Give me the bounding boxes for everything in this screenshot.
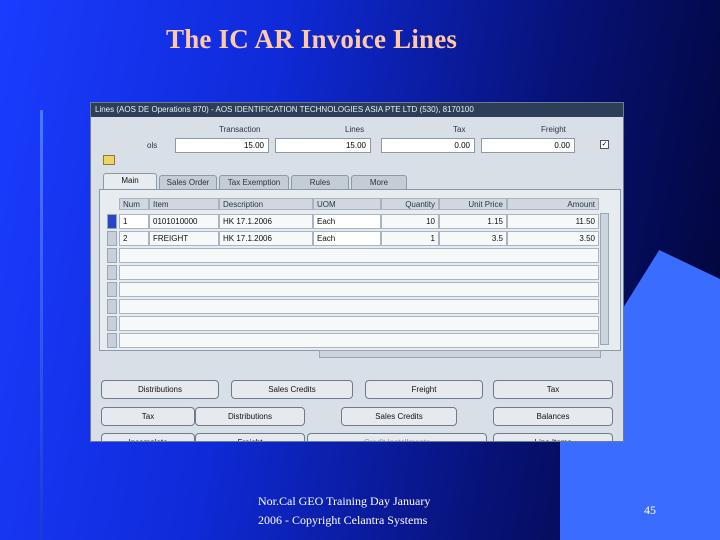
distributions-button-2[interactable]: Distributions bbox=[195, 407, 305, 426]
footer-line-1: Nor.Cal GEO Training Day January bbox=[258, 494, 431, 508]
empty-row[interactable] bbox=[119, 299, 599, 314]
balances-button[interactable]: Balances bbox=[493, 407, 613, 426]
row-selector[interactable] bbox=[107, 231, 117, 246]
footer-line-2: 2006 - Copyright Celantra Systems bbox=[258, 513, 428, 527]
row-selector[interactable] bbox=[107, 265, 117, 280]
tab-more[interactable]: More bbox=[351, 175, 407, 190]
credit-installments-button[interactable]: Credit Installments bbox=[307, 433, 487, 441]
total-freight-field[interactable]: 0.00 bbox=[481, 138, 575, 153]
row-selector[interactable] bbox=[107, 299, 117, 314]
cell-amount[interactable]: 11.50 bbox=[507, 214, 599, 229]
totals-header-transaction: Transaction bbox=[219, 125, 261, 134]
cell-uom[interactable]: Each bbox=[313, 214, 381, 229]
slide-footer: Nor.Cal GEO Training Day January 2006 - … bbox=[258, 492, 430, 530]
tax-button-2[interactable]: Tax bbox=[101, 407, 195, 426]
cell-item[interactable]: FREIGHT bbox=[149, 231, 219, 246]
cell-num[interactable]: 1 bbox=[119, 214, 149, 229]
freight-button[interactable]: Freight bbox=[365, 380, 483, 399]
total-lines-field[interactable]: 15.00 bbox=[275, 138, 371, 153]
tab-sales-order[interactable]: Sales Order bbox=[159, 175, 217, 190]
window-title: Lines (AOS DE Operations 870) - AOS IDEN… bbox=[91, 103, 623, 117]
totals-label: ols bbox=[147, 141, 158, 150]
sales-credits-button-2[interactable]: Sales Credits bbox=[341, 407, 457, 426]
totals-header-lines: Lines bbox=[345, 125, 365, 134]
empty-row[interactable] bbox=[119, 282, 599, 297]
sales-credits-button[interactable]: Sales Credits bbox=[231, 380, 353, 399]
slide-title: The IC AR Invoice Lines bbox=[166, 24, 458, 54]
oracle-form-window: Lines (AOS DE Operations 870) - AOS IDEN… bbox=[90, 102, 624, 442]
incomplete-button[interactable]: Incomplete bbox=[101, 433, 195, 441]
empty-row[interactable] bbox=[119, 248, 599, 263]
tab-tax-exemption[interactable]: Tax Exemption bbox=[219, 175, 289, 190]
cell-quantity[interactable]: 1 bbox=[381, 231, 439, 246]
cell-quantity[interactable]: 10 bbox=[381, 214, 439, 229]
column-header-unit-price: Unit Price bbox=[439, 198, 507, 210]
row-selector[interactable] bbox=[107, 248, 117, 263]
row-selector[interactable] bbox=[107, 214, 117, 229]
page-number: 45 bbox=[644, 503, 656, 517]
cell-item[interactable]: 0101010000 bbox=[149, 214, 219, 229]
empty-row[interactable] bbox=[119, 333, 599, 348]
row-selector[interactable] bbox=[107, 282, 117, 297]
column-header-num: Num bbox=[119, 198, 149, 210]
folder-icon[interactable] bbox=[103, 155, 115, 165]
column-header-uom: UOM bbox=[313, 198, 381, 210]
cell-unit-price[interactable]: 3.5 bbox=[439, 231, 507, 246]
tax-button[interactable]: Tax bbox=[493, 380, 613, 399]
tab-rules[interactable]: Rules bbox=[291, 175, 349, 190]
cell-num[interactable]: 2 bbox=[119, 231, 149, 246]
cell-unit-price[interactable]: 1.15 bbox=[439, 214, 507, 229]
totals-header-tax: Tax bbox=[453, 125, 466, 134]
column-header-description: Description bbox=[219, 198, 313, 210]
row-selector[interactable] bbox=[107, 333, 117, 348]
horizontal-scrollbar[interactable] bbox=[319, 350, 601, 358]
distributions-button[interactable]: Distributions bbox=[101, 380, 219, 399]
line-items-button[interactable]: Line Items bbox=[493, 433, 613, 441]
column-header-item: Item bbox=[149, 198, 219, 210]
totals-checkbox[interactable]: ✓ bbox=[600, 140, 609, 149]
decorative-line bbox=[40, 110, 43, 540]
empty-row[interactable] bbox=[119, 316, 599, 331]
row-selector[interactable] bbox=[107, 316, 117, 331]
cell-description[interactable]: HK 17.1.2006 bbox=[219, 231, 313, 246]
column-header-quantity: Quantity bbox=[381, 198, 439, 210]
total-tax-field[interactable]: 0.00 bbox=[381, 138, 475, 153]
column-header-amount: Amount bbox=[507, 198, 599, 210]
total-transaction-field[interactable]: 15.00 bbox=[175, 138, 269, 153]
vertical-scrollbar[interactable] bbox=[600, 213, 609, 345]
cell-description[interactable]: HK 17.1.2006 bbox=[219, 214, 313, 229]
freight-button-2[interactable]: Freight bbox=[195, 433, 305, 441]
totals-header-freight: Freight bbox=[541, 125, 566, 134]
cell-amount[interactable]: 3.50 bbox=[507, 231, 599, 246]
empty-row[interactable] bbox=[119, 265, 599, 280]
cell-uom[interactable]: Each bbox=[313, 231, 381, 246]
tab-main[interactable]: Main bbox=[103, 173, 157, 190]
